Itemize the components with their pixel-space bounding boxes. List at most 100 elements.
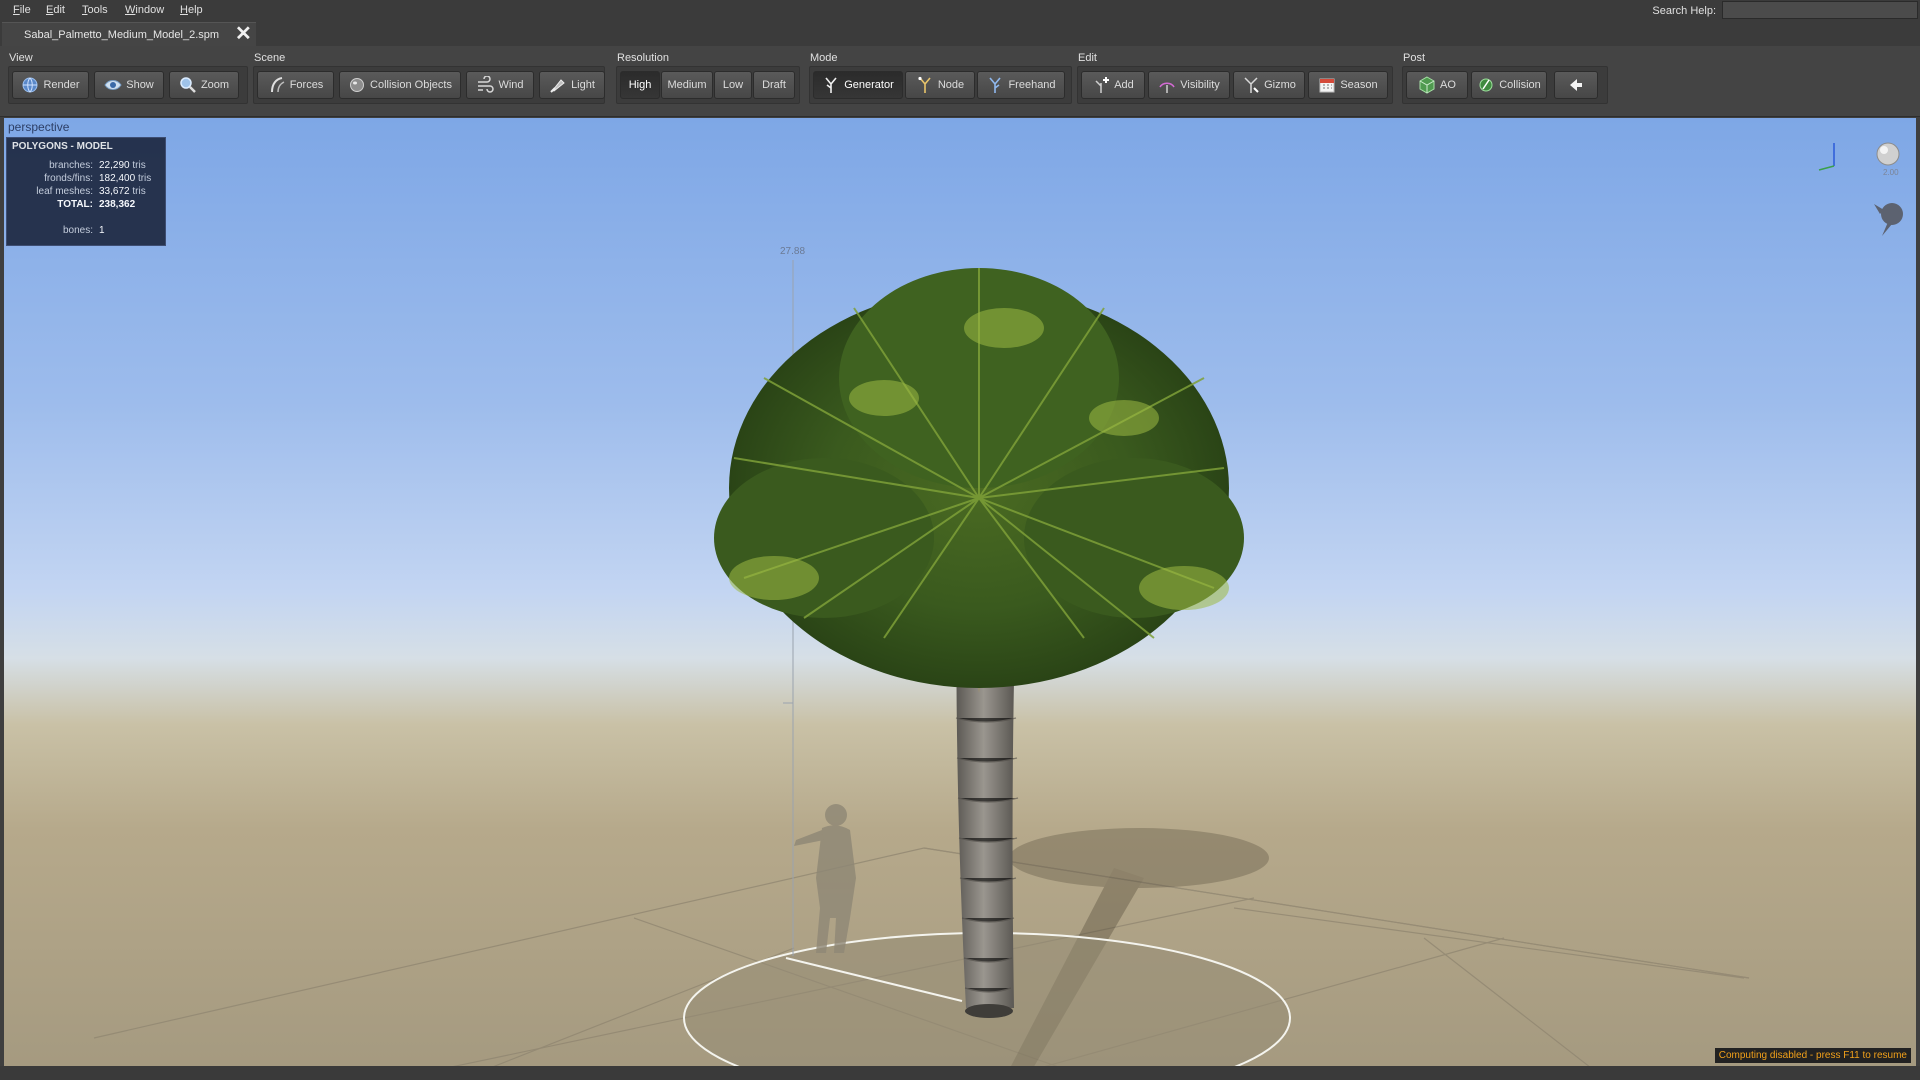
visibility-icon <box>1158 76 1176 94</box>
view-group-label: View <box>9 52 33 64</box>
render-button[interactable]: Render <box>12 71 89 99</box>
stats-value: 1 <box>99 225 105 236</box>
light-widget <box>1874 203 1903 236</box>
zoom-button-label: Zoom <box>200 79 230 91</box>
scene-group-label: Scene <box>254 52 286 64</box>
season-button-label: Season <box>1340 79 1378 91</box>
menu-window[interactable]: Window <box>125 4 164 16</box>
toolbar: View Render Show Zoom Scene Forces Colli… <box>0 46 1920 117</box>
stats-row: bones: 1 <box>7 225 165 238</box>
resolution-medium-label: Medium <box>667 79 707 91</box>
node-mode-label: Node <box>937 79 965 91</box>
stats-label: leaf meshes: <box>36 186 93 197</box>
freehand-mode-button[interactable]: Freehand <box>977 71 1065 99</box>
resolution-high-button[interactable]: High <box>620 71 660 99</box>
node-mode-button[interactable]: Node <box>905 71 975 99</box>
forces-button[interactable]: Forces <box>257 71 334 99</box>
stats-row: leaf meshes: 33,672 tris <box>7 186 165 199</box>
resolution-group: Resolution High Medium Low Draft <box>616 52 800 110</box>
magnifier-icon <box>179 76 197 94</box>
resolution-low-button[interactable]: Low <box>714 71 752 99</box>
edit-group: Edit Add Visibility Gizmo Season <box>1077 52 1393 110</box>
visibility-button[interactable]: Visibility <box>1148 71 1230 99</box>
ao-button[interactable]: AO <box>1406 71 1468 99</box>
ao-cube-icon <box>1418 76 1436 94</box>
bottom-bar <box>0 1066 1920 1080</box>
calendar-icon <box>1318 76 1336 94</box>
add-button-label: Add <box>1114 79 1134 91</box>
document-tab-label: Sabal_Palmetto_Medium_Model_2.spm <box>24 29 220 41</box>
3d-viewport[interactable]: perspective 27.88 2.00 POLYGONS - MODEL … <box>4 118 1916 1066</box>
freehand-mode-label: Freehand <box>1008 79 1056 91</box>
menu-file[interactable]: File <box>13 4 31 16</box>
stats-row: fronds/fins: 182,400 tris <box>7 173 165 186</box>
scene-group: Scene Forces Collision Objects Wind Ligh… <box>253 52 605 110</box>
viewport-camera-label: perspective <box>8 120 70 134</box>
zoom-button[interactable]: Zoom <box>169 71 239 99</box>
stats-total-row: TOTAL: 238,362 <box>7 199 165 212</box>
light-button[interactable]: Light <box>539 71 605 99</box>
menu-help[interactable]: Help <box>180 4 203 16</box>
human-silhouette <box>794 804 856 953</box>
generator-mode-label: Generator <box>844 79 894 91</box>
gizmo-button[interactable]: Gizmo <box>1233 71 1305 99</box>
gizmo-button-label: Gizmo <box>1264 79 1296 91</box>
height-marker-label: 27.88 <box>780 246 806 257</box>
add-button[interactable]: Add <box>1081 71 1145 99</box>
forces-button-label: Forces <box>289 79 324 91</box>
generator-mode-button[interactable]: Generator <box>813 71 903 99</box>
show-button[interactable]: Show <box>94 71 164 99</box>
show-button-label: Show <box>126 79 154 91</box>
menu-tools[interactable]: Tools <box>82 4 108 16</box>
render-button-label: Render <box>43 79 80 91</box>
stats-unit: tris <box>132 186 146 197</box>
mode-group-label: Mode <box>810 52 838 64</box>
collision-objects-button-label: Collision Objects <box>370 79 452 91</box>
globe-icon <box>21 76 39 94</box>
generator-icon <box>822 76 840 94</box>
stats-unit: tris <box>137 173 152 184</box>
document-tab[interactable]: Sabal_Palmetto_Medium_Model_2.spm ✕ <box>2 22 256 47</box>
back-arrow-button[interactable] <box>1554 71 1598 99</box>
spotlight-icon <box>549 76 567 94</box>
stats-value: 22,290 <box>99 160 130 171</box>
wind-button[interactable]: Wind <box>466 71 534 99</box>
add-branch-icon <box>1092 76 1110 94</box>
eye-icon <box>104 76 122 94</box>
collision-icon <box>1477 76 1495 94</box>
collision-button[interactable]: Collision <box>1471 71 1547 99</box>
stats-value: 33,672 <box>99 186 130 197</box>
collision-button-label: Collision <box>1499 79 1541 91</box>
close-icon[interactable]: ✕ <box>235 24 252 44</box>
search-label: Search Help: <box>1652 5 1716 17</box>
view-group: View Render Show Zoom <box>8 52 248 110</box>
node-icon <box>916 76 934 94</box>
camera-widget <box>1876 142 1900 166</box>
light-button-label: Light <box>571 79 595 91</box>
stats-value: 182,400 <box>99 173 136 184</box>
stats-unit: tris <box>132 160 146 171</box>
edit-group-label: Edit <box>1078 52 1097 64</box>
post-group: Post AO Collision <box>1402 52 1608 110</box>
wind-button-label: Wind <box>498 79 524 91</box>
visibility-button-label: Visibility <box>1180 79 1220 91</box>
status-badge: Computing disabled - press F11 to resume <box>1714 1048 1911 1063</box>
season-button[interactable]: Season <box>1308 71 1388 99</box>
mode-group: Mode Generator Node Freehand <box>809 52 1072 110</box>
stats-value: 238,362 <box>99 199 136 210</box>
post-group-label: Post <box>1403 52 1426 64</box>
axis-gizmo <box>1818 143 1835 171</box>
menu-edit[interactable]: Edit <box>46 4 65 16</box>
resolution-draft-button[interactable]: Draft <box>753 71 795 99</box>
sphere-icon <box>348 76 366 94</box>
resolution-medium-button[interactable]: Medium <box>661 71 713 99</box>
stats-label: TOTAL: <box>57 199 93 210</box>
stats-label: branches: <box>49 160 93 171</box>
ao-button-label: AO <box>1440 79 1456 91</box>
forces-icon <box>268 76 286 94</box>
resolution-draft-label: Draft <box>762 79 786 91</box>
search-input[interactable] <box>1722 1 1918 19</box>
resolution-group-label: Resolution <box>617 52 669 64</box>
menu-bar: File Edit Tools Window Help Search Help: <box>0 0 1920 22</box>
collision-objects-button[interactable]: Collision Objects <box>339 71 461 99</box>
